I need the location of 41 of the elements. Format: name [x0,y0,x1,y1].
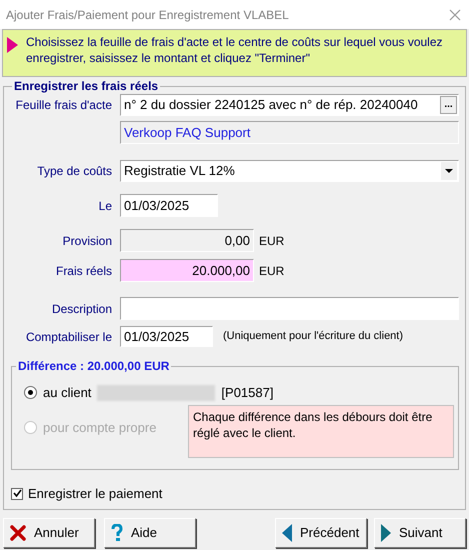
pointer-triangle-icon [7,37,18,53]
radio-label: pour compte propre [43,418,156,437]
dropdown-caret-icon [441,162,457,180]
help-button[interactable]: Aide [104,518,196,548]
radio-button[interactable] [24,386,37,400]
question-mark-icon [111,524,123,542]
right-triangle-icon [381,524,391,542]
checkbox-label: Enregistrer le paiement [28,485,162,503]
currency-unit: EUR [259,232,284,250]
cancel-button[interactable]: Annuler [3,518,95,548]
checkbox[interactable] [11,488,23,500]
info-field: Verkoop FAQ Support [120,121,459,144]
booking-date-field[interactable]: 01/03/2025 [120,326,213,347]
difference-title: Différence : 20.000,00 EUR [16,359,172,373]
group-title: Enregistrer les frais réels [12,79,160,93]
left-triangle-icon [282,524,292,542]
back-button[interactable]: Précédent [275,518,367,548]
instruction-text: Choisissez la feuille de frais d'acte et le centre de coûts sur lequel vous voulez enregistrer, saisissez le montant et cliquez "Terminer" [26,34,444,66]
field-label: Provision [62,232,113,250]
cross-icon [10,525,26,541]
close-icon[interactable] [449,8,461,20]
date-field[interactable]: 01/03/2025 [120,194,218,217]
browse-button[interactable]: ... [440,96,457,114]
field-label: Le [98,198,113,214]
difference-note: Chaque différence dans les débours doit être réglé avec le client. [188,405,454,458]
field-label: Frais réels [54,262,113,280]
provision-field: 0,00 [120,229,254,252]
sheet-field[interactable]: n° 2 du dossier 2240125 avec n° de rép. 20240040 ... [120,94,459,116]
window-title: Ajouter Frais/Paiement pour Enregistrement VLABEL [6,6,289,24]
booking-note: (Uniquement pour l'écriture du client) [223,329,404,344]
description-field[interactable] [120,297,459,320]
currency-unit: EUR [259,262,284,280]
client-code: [P01587] [221,384,274,402]
field-label: Description [50,300,113,318]
next-button[interactable]: Suivant [374,518,466,548]
field-label: Comptabiliser le [24,328,113,346]
radio-label: au client [43,384,92,402]
cost-type-dropdown[interactable]: Registratie VL 12% [120,160,459,182]
amount-field[interactable]: 20.000,00 [120,259,254,282]
field-label: Type de coûts [36,163,113,180]
field-label: Feuille frais d'acte [14,97,113,114]
